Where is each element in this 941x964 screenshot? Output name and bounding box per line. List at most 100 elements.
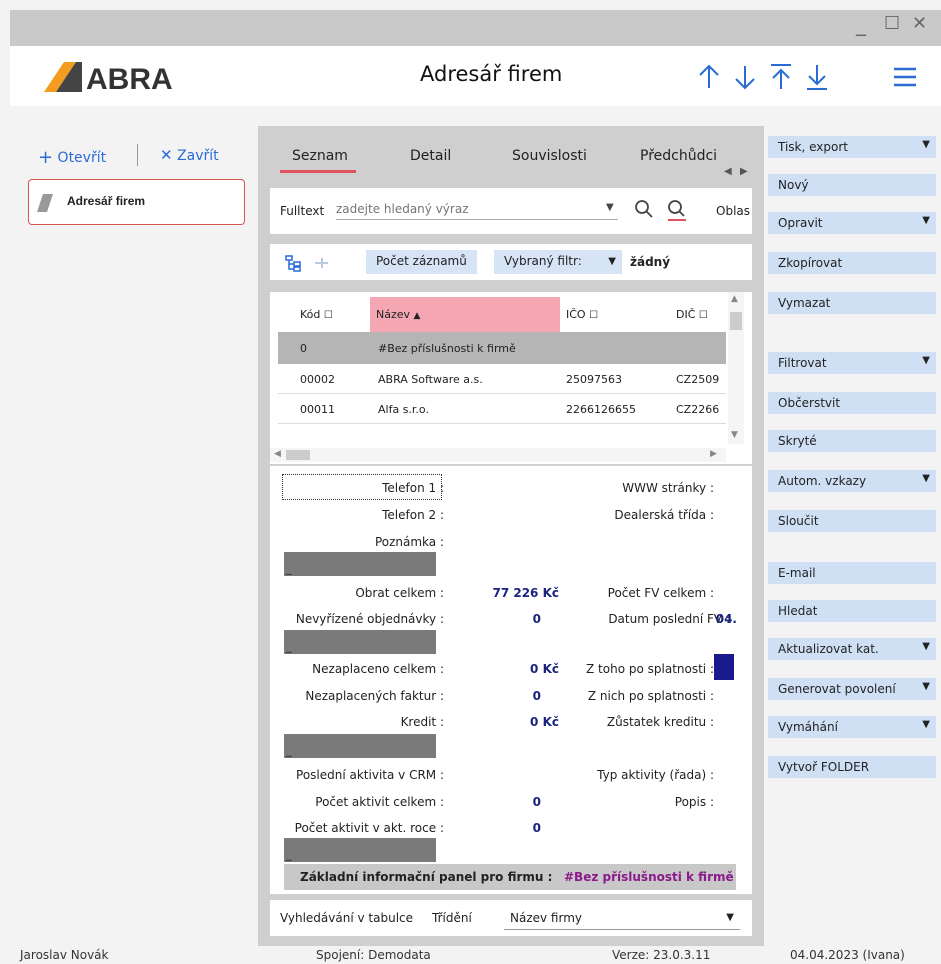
records-table: Kód ☐ Název ▲ IČO ☐ DIČ ☐ 0 #Bez přísluš… (270, 292, 752, 464)
hamburger-menu-icon[interactable] (890, 58, 920, 94)
last-fv-value: 04. (715, 612, 737, 626)
search-input[interactable] (336, 198, 618, 220)
activity-total-label: Počet aktivit celkem : (315, 795, 444, 809)
close-icon: ✕ (160, 146, 173, 164)
crm-last-label: Poslední aktivita v CRM : (296, 768, 444, 782)
info-panel-bar: Základní informační panel pro firmu : #B… (284, 864, 736, 890)
maximize-button[interactable]: ☐ (884, 13, 900, 34)
svg-text:ABRA: ABRA (86, 63, 173, 96)
chevron-down-icon: ▼ (922, 215, 930, 226)
section-separator: _ (284, 630, 436, 654)
table-search-bar: Vyhledávání v tabulce Třídění Název firm… (270, 900, 752, 936)
tab-seznam[interactable]: Seznam (292, 148, 348, 164)
action-button-4[interactable]: Vymazat (768, 292, 936, 314)
activity-total-value: 0 (532, 795, 541, 809)
action-button-10[interactable]: E-mail (768, 562, 936, 584)
open-orders-label: Nevyřízené objednávky : (295, 612, 444, 626)
tree-view-icon[interactable] (284, 254, 302, 272)
arrow-up-icon[interactable] (694, 58, 724, 94)
tab-souvislosti[interactable]: Souvislosti (512, 148, 587, 164)
section-separator: _ (284, 734, 436, 758)
column-header-ico[interactable]: IČO ☐ (566, 308, 598, 321)
chevron-down-icon[interactable]: ▼ (606, 202, 614, 213)
last-fv-label: Datum poslední FV : (608, 612, 730, 626)
pin-icon[interactable] (312, 254, 330, 272)
chevron-down-icon: ▼ (922, 355, 930, 366)
activity-type-label: Typ aktivity (řada) : (597, 768, 714, 782)
phone1-label: Telefon 1 : (382, 481, 444, 495)
area-label[interactable]: Oblas (716, 204, 750, 218)
fv-count-label: Počet FV celkem : (607, 586, 714, 600)
status-user: Jaroslav Novák (20, 948, 109, 962)
phone2-label: Telefon 2 : (382, 508, 444, 522)
overdue-of-label: Z toho po splatnosti : (586, 662, 714, 676)
note-label: Poznámka : (374, 535, 444, 549)
divider (137, 144, 138, 166)
dealer-class-label: Dealerská třída : (614, 508, 714, 522)
status-version: Verze: 23.0.3.11 (612, 948, 711, 962)
column-header-dic[interactable]: DIČ ☐ (676, 308, 708, 321)
action-button-6[interactable]: Občerstvit (768, 392, 936, 414)
first-record-icon[interactable] (766, 58, 796, 94)
horizontal-scrollbar[interactable]: ◀ ▶ (270, 448, 726, 462)
action-button-3[interactable]: Zkopírovat (768, 252, 936, 274)
action-button-0[interactable]: Tisk, export ▼ (768, 136, 936, 158)
fulltext-label: Fulltext (280, 204, 325, 218)
action-button-15[interactable]: Vytvoř FOLDER (768, 756, 936, 778)
filter-select[interactable]: Vybraný filtr: ▼ (494, 250, 622, 274)
grid-toolbar: Počet záznamů Vybraný filtr: ▼ žádný (270, 244, 752, 280)
active-tab-indicator (280, 170, 356, 173)
status-connection: Spojení: Demodata (316, 948, 431, 962)
table-search-label[interactable]: Vyhledávání v tabulce (280, 911, 413, 925)
abra-logo: ABRA (42, 58, 202, 96)
unpaid-invoices-value: 0 (532, 689, 541, 703)
section-separator: _ (284, 838, 436, 862)
sort-label: Třídění (432, 911, 472, 925)
action-button-11[interactable]: Hledat (768, 600, 936, 622)
action-button-14[interactable]: Vymáhání ▼ (768, 716, 936, 738)
last-record-icon[interactable] (802, 58, 832, 94)
open-button[interactable]: + Otevřít (38, 146, 106, 168)
credit-label: Kredit : (400, 715, 444, 729)
record-count-button[interactable]: Počet záznamů (366, 250, 477, 274)
open-orders-value: 0 (532, 612, 541, 626)
sort-select[interactable]: Název firmy ▼ (504, 906, 740, 930)
action-button-9[interactable]: Sloučit (768, 510, 936, 532)
close-button[interactable]: ✕ Zavřít (160, 146, 219, 164)
arrow-down-icon[interactable] (730, 58, 760, 94)
tab-predchudci[interactable]: Předchůdci (640, 148, 717, 164)
action-button-2[interactable]: Opravit ▼ (768, 212, 936, 234)
open-tab-card[interactable]: Adresář firem (28, 179, 245, 225)
tab-scroll-left-icon[interactable]: ◀ (724, 166, 732, 177)
action-button-1[interactable]: Nový (768, 174, 936, 196)
overdue-invoices-label: Z nich po splatnosti : (587, 689, 714, 703)
close-window-button[interactable]: ✕ (912, 13, 927, 34)
action-button-8[interactable]: Autom. vzkazy ▼ (768, 470, 936, 492)
activity-year-value: 0 (532, 821, 541, 835)
unpaid-total-value: 0 Kč (530, 662, 559, 676)
column-header-nazev[interactable]: Název ▲ (376, 308, 420, 321)
description-label: Popis : (674, 795, 714, 809)
action-button-12[interactable]: Aktualizovat kat. ▼ (768, 638, 936, 660)
minimize-button[interactable]: _ (856, 12, 866, 36)
tab-scroll-right-icon[interactable]: ▶ (740, 166, 748, 177)
search-icon[interactable] (634, 198, 654, 220)
table-row[interactable]: 00011 Alfa s.r.o. 2266126655 CZ2266 (278, 394, 726, 424)
tab-detail[interactable]: Detail (410, 148, 451, 164)
table-row[interactable]: 00002 ABRA Software a.s. 25097563 CZ2509 (278, 364, 726, 394)
credit-balance-label: Zůstatek kreditu : (606, 715, 714, 729)
action-button-13[interactable]: Generovat povolení ▼ (768, 678, 936, 700)
column-header-kod[interactable]: Kód ☐ (300, 308, 333, 321)
chevron-down-icon: ▼ (922, 681, 930, 692)
vertical-scrollbar[interactable]: ▲ ▼ (728, 292, 744, 444)
chevron-down-icon: ▼ (922, 641, 930, 652)
action-button-5[interactable]: Filtrovat ▼ (768, 352, 936, 374)
unpaid-invoices-label: Nezaplacených faktur : (305, 689, 444, 703)
table-row[interactable]: 0 #Bez příslušnosti k firmě (278, 332, 726, 364)
activity-year-label: Počet aktivit v akt. roce : (294, 821, 444, 835)
document-icon (37, 194, 53, 212)
turnover-value: 77 226 Kč (492, 586, 559, 600)
action-button-7[interactable]: Skryté (768, 430, 936, 452)
advanced-search-icon[interactable] (666, 198, 688, 222)
chevron-down-icon: ▼ (922, 139, 930, 150)
